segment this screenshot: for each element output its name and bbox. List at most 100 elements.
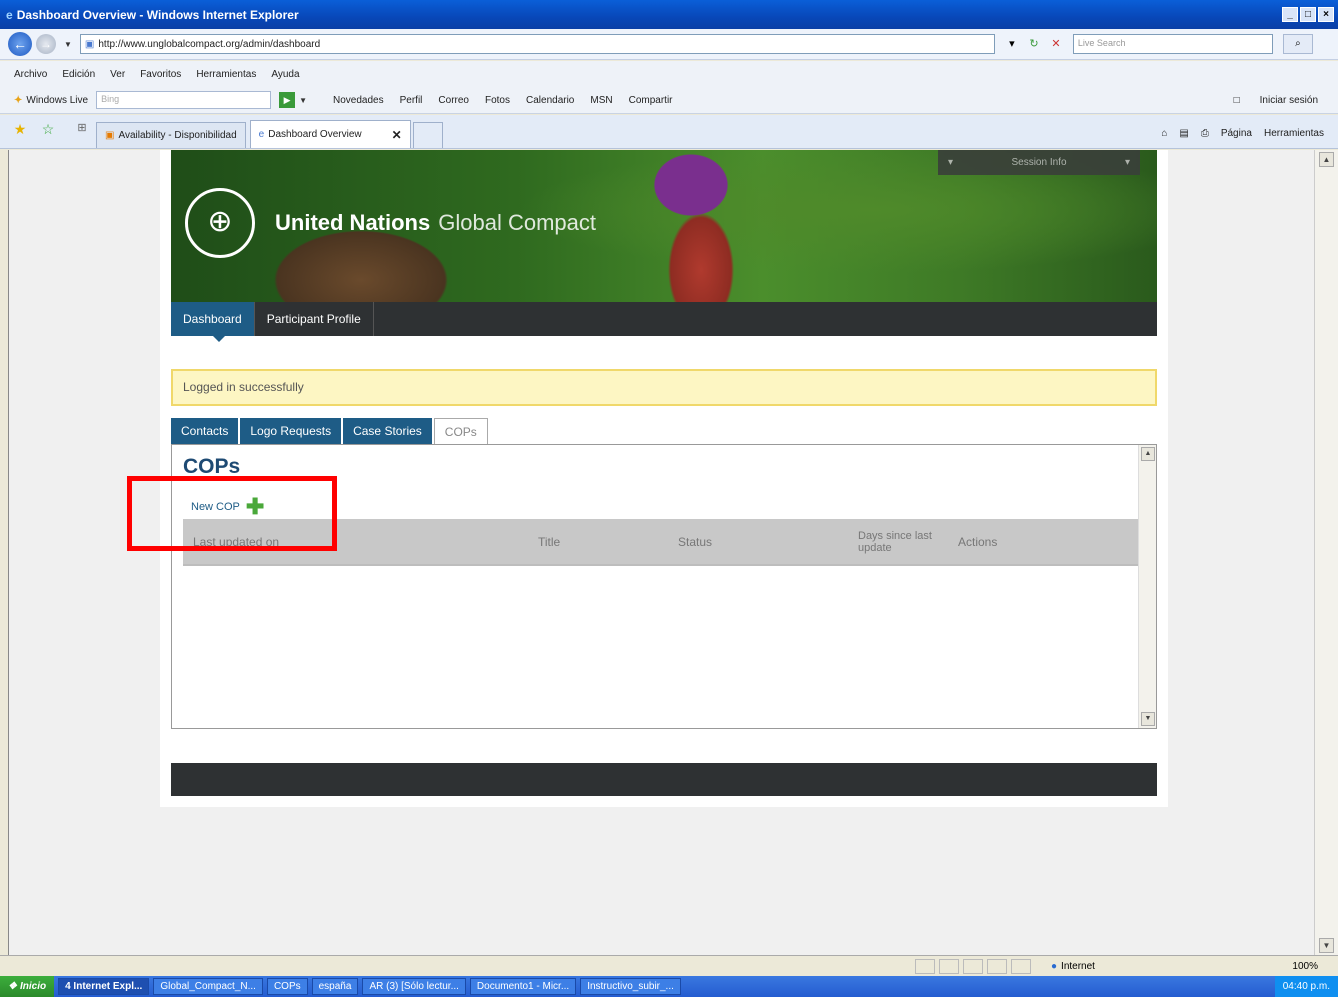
system-tray-clock[interactable]: 04:40 p.m. xyxy=(1274,976,1338,997)
quick-tabs-icon[interactable]: ⊞ xyxy=(72,121,92,141)
windows-taskbar: ❖ Inicio 4 Internet Expl... Global_Compa… xyxy=(0,976,1338,997)
tab-cops[interactable]: COPs xyxy=(433,418,488,445)
site-footer xyxy=(171,763,1157,796)
taskbar-item-cops[interactable]: COPs xyxy=(266,978,308,995)
menu-edicion[interactable]: Edición xyxy=(62,69,95,80)
window-controls: _ □ × xyxy=(1282,7,1334,22)
close-window-button[interactable]: × xyxy=(1318,7,1334,22)
live-search-input[interactable]: Live Search xyxy=(1072,34,1273,54)
tab-dashboard-overview[interactable]: e Dashboard Overview ✕ xyxy=(249,120,411,148)
windows-live-toolbar: ✦ Windows Live Bing ▶ ▼ Novedades Perfil… xyxy=(0,87,1338,114)
taskbar-item-documento1[interactable]: Documento1 - Micr... xyxy=(469,978,577,995)
live-link-novedades[interactable]: Novedades xyxy=(333,95,384,106)
brand-light: Global Compact xyxy=(438,210,596,235)
windows-live-label: Windows Live xyxy=(26,94,89,106)
scroll-down-icon[interactable]: ▼ xyxy=(1141,712,1155,726)
brand-bold: United Nations xyxy=(275,210,431,235)
taskbar-item-global-compact[interactable]: Global_Compact_N... xyxy=(153,978,263,995)
command-bar: ⌂ ▤ ⎙ Página Herramientas xyxy=(1161,128,1324,139)
forward-button[interactable]: → xyxy=(36,34,56,54)
status-cell xyxy=(1011,958,1031,974)
tab-case-stories[interactable]: Case Stories xyxy=(343,418,432,444)
tab-logo-requests[interactable]: Logo Requests xyxy=(240,418,342,444)
menu-herramientas[interactable]: Herramientas xyxy=(196,69,256,80)
menu-archivo[interactable]: Archivo xyxy=(14,69,47,80)
favorites-star-icon[interactable]: ★ xyxy=(10,121,30,141)
tab-availability[interactable]: ▣ Availability - Disponibilidad xyxy=(96,122,246,148)
status-cells xyxy=(915,958,1031,974)
live-link-fotos[interactable]: Fotos xyxy=(485,95,510,106)
start-label: Inicio xyxy=(19,981,47,992)
bing-search-input[interactable]: Bing xyxy=(96,91,272,109)
page-scrollbar[interactable]: ▲ ▼ xyxy=(1314,150,1338,955)
tab-favicon-icon: e xyxy=(258,129,265,140)
security-zone: ● Internet xyxy=(1051,961,1095,972)
url-text: http://www.unglobalcompact.org/admin/das… xyxy=(98,38,321,50)
home-icon[interactable]: ⌂ xyxy=(1161,128,1167,139)
address-bar: ← → ▼ ▣ http://www.unglobalcompact.org/a… xyxy=(0,29,1338,60)
live-link-msn[interactable]: MSN xyxy=(590,95,612,106)
scroll-up-icon[interactable]: ▲ xyxy=(1141,447,1155,461)
status-cell xyxy=(915,958,935,974)
bing-options-icon[interactable]: ▼ xyxy=(299,96,307,105)
un-globe-logo-icon: ⊕ xyxy=(185,188,255,258)
taskbar-item-instructivo[interactable]: Instructivo_subir_... xyxy=(580,978,681,995)
taskbar-item-ar[interactable]: AR (3) [Sólo lectur... xyxy=(362,978,466,995)
taskbar-item-ie[interactable]: 4 Internet Expl... xyxy=(58,978,150,995)
panel-scrollbar[interactable]: ▲ ▼ xyxy=(1138,445,1156,728)
page-menu[interactable]: Página xyxy=(1221,128,1252,139)
window-title: Dashboard Overview - Windows Internet Ex… xyxy=(16,7,299,22)
new-tab-button[interactable] xyxy=(412,122,443,148)
start-button[interactable]: ❖ Inicio xyxy=(0,976,55,997)
nav-dashboard[interactable]: Dashboard xyxy=(171,302,255,342)
highlight-annotation xyxy=(127,476,337,551)
col-title[interactable]: Title xyxy=(528,519,668,566)
col-days-since-update[interactable]: Days since last update xyxy=(848,519,948,566)
minimize-button[interactable]: _ xyxy=(1282,7,1298,22)
status-cell xyxy=(963,958,983,974)
taskbar-item-espana[interactable]: españa xyxy=(311,978,359,995)
add-favorite-icon[interactable]: ☆ xyxy=(38,121,58,141)
window-title-bar: e Dashboard Overview - Windows Internet … xyxy=(0,0,1338,29)
search-icon[interactable]: ⌕ xyxy=(1282,34,1313,54)
messenger-icon[interactable]: □ xyxy=(1234,95,1240,106)
nav-participant-profile[interactable]: Participant Profile xyxy=(255,302,374,336)
col-status[interactable]: Status xyxy=(668,519,848,566)
session-info-label: Session Info xyxy=(1011,157,1067,168)
live-link-calendario[interactable]: Calendario xyxy=(526,95,574,106)
live-link-compartir[interactable]: Compartir xyxy=(629,95,673,106)
live-link-correo[interactable]: Correo xyxy=(438,95,469,106)
col-actions: Actions xyxy=(948,519,1140,566)
url-dropdown-icon[interactable]: ▾ xyxy=(1003,35,1021,53)
refresh-icon[interactable]: ↻ xyxy=(1025,35,1043,53)
close-tab-icon[interactable]: ✕ xyxy=(392,128,402,142)
zoom-level[interactable]: 100% xyxy=(1292,961,1318,972)
signin-link[interactable]: Iniciar sesión xyxy=(1260,95,1318,106)
tab-favicon-icon: ▣ xyxy=(105,130,115,141)
menu-ayuda[interactable]: Ayuda xyxy=(271,69,299,80)
header-banner: ⊕ United Nations Global Compact ▾ Session… xyxy=(171,150,1157,302)
page-icon: ▣ xyxy=(84,38,95,50)
windows-live-icon: ✦ xyxy=(14,94,23,106)
history-dropdown-icon[interactable]: ▼ xyxy=(64,40,72,49)
windows-flag-icon: ❖ xyxy=(8,981,17,992)
scroll-up-icon[interactable]: ▲ xyxy=(1319,152,1334,167)
zone-label: Internet xyxy=(1061,960,1095,972)
session-info-dropdown[interactable]: ▾ Session Info ▾ xyxy=(938,150,1140,175)
dashboard-tabs: Contacts Logo Requests Case Stories COPs xyxy=(171,418,488,445)
maximize-button[interactable]: □ xyxy=(1300,7,1316,22)
print-icon[interactable]: ⎙ xyxy=(1201,128,1209,139)
tools-menu[interactable]: Herramientas xyxy=(1264,128,1324,139)
url-field[interactable]: ▣ http://www.unglobalcompact.org/admin/d… xyxy=(79,34,995,54)
live-link-perfil[interactable]: Perfil xyxy=(400,95,423,106)
menu-ver[interactable]: Ver xyxy=(110,69,125,80)
tab-contacts[interactable]: Contacts xyxy=(171,418,239,444)
main-nav: Dashboard Participant Profile xyxy=(171,302,1157,342)
feeds-icon[interactable]: ▤ xyxy=(1179,128,1188,139)
status-bar: ● Internet 100% xyxy=(0,955,1338,976)
bing-go-button[interactable]: ▶ xyxy=(279,92,296,108)
scroll-down-icon[interactable]: ▼ xyxy=(1319,938,1334,953)
menu-favoritos[interactable]: Favoritos xyxy=(140,69,181,80)
back-button[interactable]: ← xyxy=(8,32,32,56)
stop-icon[interactable]: ✕ xyxy=(1047,35,1065,53)
